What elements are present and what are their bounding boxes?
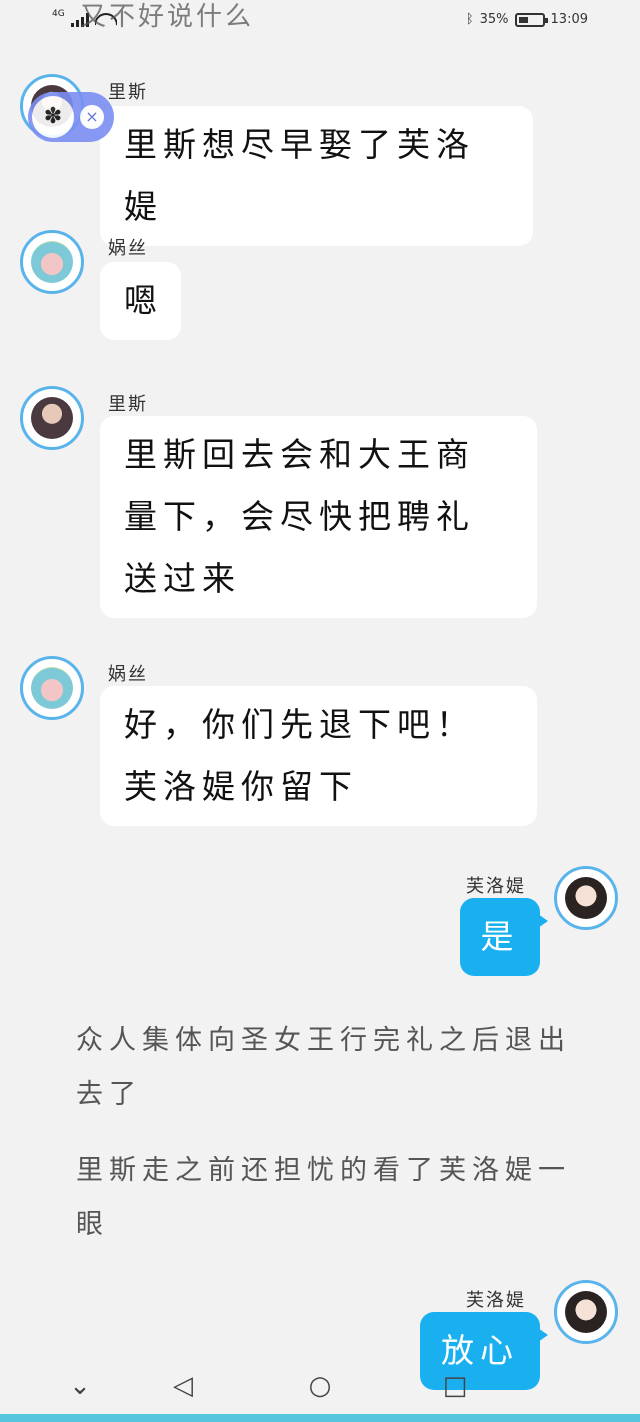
navigation-bar: ⌄ ◁ ○ □ — [0, 1360, 640, 1412]
message-bubble[interactable]: 里斯回去会和大王商量下，会尽快把聘礼送过来 — [100, 416, 537, 618]
sender-name: 娲丝 — [108, 238, 148, 259]
avatar-queen[interactable] — [20, 230, 84, 294]
back-icon[interactable]: ◁ — [163, 1366, 203, 1406]
network-type: 4G — [52, 9, 65, 19]
status-right: ᛒ 35% 13:09 — [466, 12, 588, 27]
avatar-queen[interactable] — [20, 656, 84, 720]
recent-apps-icon[interactable]: □ — [435, 1366, 475, 1406]
avatar-frol[interactable] — [554, 866, 618, 930]
message-bubble[interactable]: 嗯 — [100, 262, 181, 340]
bluetooth-icon: ᛒ — [465, 12, 474, 27]
sender-name: 芙洛媞 — [466, 1290, 526, 1311]
sender-name: 芙洛媞 — [466, 876, 526, 897]
bottom-accent-line — [0, 1414, 640, 1422]
home-icon[interactable]: ○ — [300, 1366, 340, 1406]
my-message-bubble[interactable]: 是 — [460, 898, 548, 976]
avatar-frol[interactable] — [554, 1280, 618, 1344]
sender-name: 娲丝 — [108, 664, 148, 685]
clock: 13:09 — [550, 12, 588, 27]
floating-ball[interactable]: ✽ × — [28, 92, 114, 142]
close-icon[interactable]: × — [80, 105, 104, 129]
paw-icon[interactable]: ✽ — [32, 96, 74, 138]
battery-icon — [514, 12, 548, 27]
avatar-reese[interactable] — [20, 386, 84, 450]
narration-text: 众人集体向圣女王行完礼之后退出去了 — [76, 1025, 571, 1110]
message-bubble[interactable]: 好，你们先退下吧！芙洛媞你留下 — [100, 686, 537, 826]
message-bubble[interactable]: 里斯想尽早娶了芙洛媞 — [100, 106, 533, 246]
status-overlay-title: 又不好说什么 — [80, 2, 255, 32]
battery-percent: 35% — [479, 12, 509, 27]
status-bar: 4G 又不好说什么 ᛒ 35% 13:09 — [0, 0, 640, 44]
sender-name: 里斯 — [108, 394, 148, 415]
narration-text: 里斯走之前还担忧的看了芙洛媞一眼 — [76, 1155, 571, 1240]
sender-name: 里斯 — [108, 82, 148, 103]
chevron-down-icon[interactable]: ⌄ — [60, 1366, 100, 1406]
